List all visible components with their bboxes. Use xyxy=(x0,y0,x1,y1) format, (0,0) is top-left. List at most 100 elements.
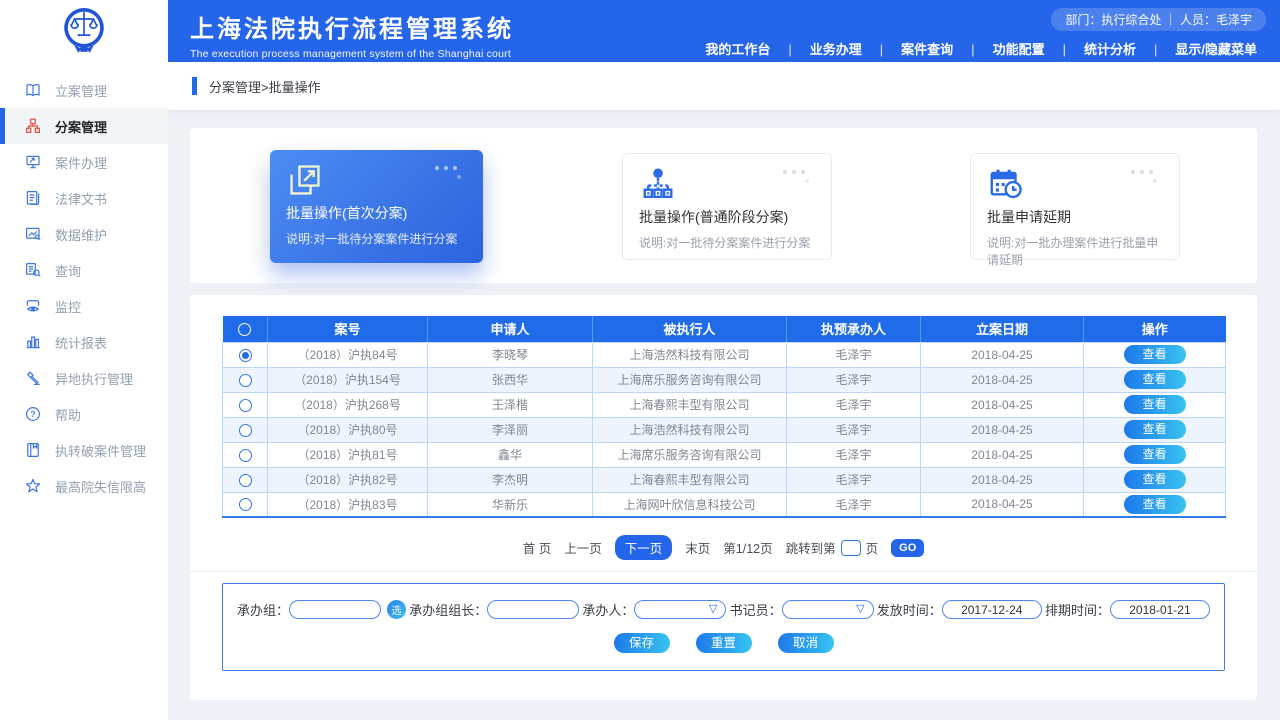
col-actions: 操作 xyxy=(1084,316,1226,342)
row-radio[interactable] xyxy=(239,498,252,511)
cell-applicant: 王泽楷 xyxy=(428,392,593,417)
page-last[interactable]: 末页 xyxy=(685,538,710,557)
nav-function-config[interactable]: 功能配置 xyxy=(962,39,1053,58)
sidebar-item-legal-documents[interactable]: 法律文书 xyxy=(0,180,168,216)
row-radio[interactable] xyxy=(239,374,252,387)
star-icon xyxy=(24,477,42,495)
go-button[interactable]: GO xyxy=(891,539,924,557)
cancel-button[interactable]: 取消 xyxy=(778,633,834,653)
table-row: （2018）沪执154号 张西华 上海席乐服务咨询有限公司 毛泽宇 2018-0… xyxy=(223,367,1226,392)
cell-respondent: 上海浩然科技有限公司 xyxy=(593,342,787,367)
select-all-radio[interactable] xyxy=(238,323,251,336)
nav-statistics[interactable]: 统计分析 xyxy=(1054,39,1145,58)
issue-time-label: 发放时间： xyxy=(877,600,942,619)
cell-case-no: （2018）沪执84号 xyxy=(268,342,428,367)
group-input[interactable] xyxy=(289,600,381,619)
cell-case-no: （2018）沪执82号 xyxy=(268,467,428,492)
handler-select[interactable] xyxy=(634,600,726,619)
view-button[interactable]: 查看 xyxy=(1124,345,1186,364)
cell-applicant: 李晓琴 xyxy=(428,342,593,367)
page-next[interactable]: 下一页 xyxy=(615,535,673,560)
breadcrumb-accent xyxy=(192,77,197,95)
sidebar-item-remote-execution[interactable]: 异地执行管理 xyxy=(0,360,168,396)
sidebar-menu: 立案管理 分案管理 案件办理 法律文书 xyxy=(0,72,168,504)
sidebar-item-label: 数据维护 xyxy=(55,225,107,244)
sidebar-item-help[interactable]: ? 帮助 xyxy=(0,396,168,432)
view-button[interactable]: 查看 xyxy=(1124,495,1186,514)
save-button[interactable]: 保存 xyxy=(614,633,670,653)
notebook-icon xyxy=(24,441,42,459)
card-title: 批量操作(首次分案) xyxy=(286,203,467,223)
clerk-label: 书记员： xyxy=(730,600,782,619)
card-batch-first-assignment[interactable]: 批量操作(首次分案) 说明:对一批待分案案件进行分案 xyxy=(270,150,483,263)
view-button[interactable]: 查看 xyxy=(1124,420,1186,439)
breadcrumb-bar: 分案管理>批量操作 xyxy=(168,62,1280,110)
view-button[interactable]: 查看 xyxy=(1124,445,1186,464)
nav-my-workbench[interactable]: 我的工作台 xyxy=(696,39,779,58)
page-jump-input[interactable] xyxy=(841,540,861,556)
cell-respondent: 上海席乐服务咨询有限公司 xyxy=(593,442,787,467)
cell-applicant: 李泽丽 xyxy=(428,417,593,442)
breadcrumb: 分案管理>批量操作 xyxy=(209,77,321,96)
gavel-icon xyxy=(24,369,42,387)
row-radio[interactable] xyxy=(239,449,252,462)
sidebar-item-data-maintenance[interactable]: 数据维护 xyxy=(0,216,168,252)
nav-case-query[interactable]: 案件查询 xyxy=(871,39,962,58)
search-icon xyxy=(24,261,42,279)
sidebar-item-monitoring[interactable]: 监控 xyxy=(0,288,168,324)
sidebar-item-label: 立案管理 xyxy=(55,81,107,100)
page-first[interactable]: 首 页 xyxy=(523,538,551,557)
cell-handler: 毛泽宇 xyxy=(787,492,921,517)
app-subtitle: The execution process management system … xyxy=(190,48,514,60)
cell-handler: 毛泽宇 xyxy=(787,467,921,492)
sidebar-item-bankruptcy-cases[interactable]: 执转破案件管理 xyxy=(0,432,168,468)
view-button[interactable]: 查看 xyxy=(1124,370,1186,389)
sidebar-item-case-assignment[interactable]: 分案管理 xyxy=(0,108,168,144)
data-chart-icon xyxy=(24,225,42,243)
nav-toggle-menu[interactable]: 显示/隐藏菜单 xyxy=(1145,39,1266,58)
top-nav: 我的工作台 业务办理 案件查询 功能配置 统计分析 显示/隐藏菜单 xyxy=(696,39,1266,58)
dots-menu-icon xyxy=(435,166,467,182)
nav-business-handling[interactable]: 业务办理 xyxy=(779,39,870,58)
cell-respondent: 上海浩然科技有限公司 xyxy=(593,417,787,442)
section-divider xyxy=(190,571,1257,572)
row-radio[interactable] xyxy=(239,474,252,487)
table-row: （2018）沪执82号 李杰明 上海春熙丰型有限公司 毛泽宇 2018-04-2… xyxy=(223,467,1226,492)
table-row: （2018）沪执83号 华新乐 上海网叶欣信息科技公司 毛泽宇 2018-04-… xyxy=(223,492,1226,517)
sidebar-item-label: 查询 xyxy=(55,261,81,280)
jump-label-suffix: 页 xyxy=(866,538,879,557)
sidebar-item-query[interactable]: 查询 xyxy=(0,252,168,288)
col-case-no: 案号 xyxy=(268,316,428,342)
reset-button[interactable]: 重置 xyxy=(696,633,752,653)
court-logo xyxy=(0,0,168,64)
issue-time-input[interactable]: 2017-12-24 xyxy=(942,600,1042,619)
group-leader-input[interactable] xyxy=(487,600,579,619)
cell-filing-date: 2018-04-25 xyxy=(921,467,1084,492)
clerk-select[interactable] xyxy=(782,600,874,619)
sidebar-item-statistics-report[interactable]: 统计报表 xyxy=(0,324,168,360)
sidebar-item-supreme-court-list[interactable]: 最高院失信限高 xyxy=(0,468,168,504)
group-select-button[interactable]: 选 xyxy=(387,600,406,619)
card-batch-normal-assignment[interactable]: 批量操作(普通阶段分案) 说明:对一批待分案案件进行分案 xyxy=(622,153,832,260)
eye-monitor-icon xyxy=(24,297,42,315)
page-prev[interactable]: 上一页 xyxy=(564,538,602,557)
row-radio[interactable] xyxy=(239,399,252,412)
cell-respondent: 上海网叶欣信息科技公司 xyxy=(593,492,787,517)
app-header: 上海法院执行流程管理系统 The execution process manag… xyxy=(168,0,1280,62)
assignment-form: 承办组： 选 承办组组长： 承办人： 书记员： 发放时间： xyxy=(222,583,1225,671)
page: 立案管理 分案管理 案件办理 法律文书 xyxy=(0,0,1280,720)
row-radio[interactable] xyxy=(239,424,252,437)
card-batch-extension-request[interactable]: 批量申请延期 说明:对一批办理案件进行批量申请延期 xyxy=(970,153,1180,260)
row-radio[interactable] xyxy=(239,349,252,362)
app-title: 上海法院执行流程管理系统 xyxy=(190,9,514,44)
user-info-badge: 部门：执行综合处 ｜ 人员：毛泽宇 xyxy=(1051,8,1266,31)
view-button[interactable]: 查看 xyxy=(1124,395,1186,414)
sidebar-item-case-filing[interactable]: 立案管理 xyxy=(0,72,168,108)
sidebar-item-case-handling[interactable]: 案件办理 xyxy=(0,144,168,180)
cell-applicant: 鑫华 xyxy=(428,442,593,467)
sidebar-item-label: 法律文书 xyxy=(55,189,107,208)
schedule-time-input[interactable]: 2018-01-21 xyxy=(1110,600,1210,619)
document-icon xyxy=(24,189,42,207)
sidebar-item-label: 执转破案件管理 xyxy=(55,441,146,460)
view-button[interactable]: 查看 xyxy=(1124,470,1186,489)
